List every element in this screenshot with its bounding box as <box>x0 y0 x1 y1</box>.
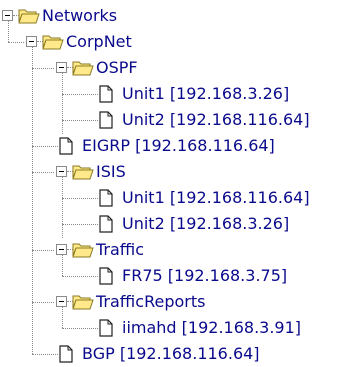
tree-node-iimahd[interactable]: iimahd [192.168.3.91] <box>0 316 341 340</box>
collapse-minus-icon[interactable] <box>2 10 13 21</box>
node-label: Unit2 [192.168.3.26] <box>122 214 290 233</box>
collapse-minus-icon[interactable] <box>56 244 67 255</box>
tree-node-traffic[interactable]: Traffic <box>0 238 200 262</box>
tree-node-networks[interactable]: Networks <box>0 4 200 28</box>
document-icon <box>58 137 74 159</box>
folder-open-icon <box>72 163 94 185</box>
collapse-minus-icon[interactable] <box>26 36 37 47</box>
folder-open-icon <box>18 7 40 29</box>
tree-node-bgp[interactable]: BGP [192.168.116.64] <box>0 342 341 366</box>
tree-node-isis-unit1[interactable]: Unit1 [192.168.116.64] <box>0 186 341 210</box>
tree-node-isis-unit2[interactable]: Unit2 [192.168.3.26] <box>0 212 341 236</box>
collapse-minus-icon[interactable] <box>56 166 67 177</box>
node-label: Unit1 [192.168.3.26] <box>122 84 290 103</box>
tree-node-ospf-unit2[interactable]: Unit2 [192.168.116.64] <box>0 108 341 132</box>
node-label: Traffic <box>96 240 145 259</box>
node-label: Unit2 [192.168.116.64] <box>122 110 310 129</box>
node-label: OSPF <box>96 58 138 77</box>
node-label: TrafficReports <box>96 292 206 311</box>
node-label: CorpNet <box>66 32 132 51</box>
node-label: FR75 [192.168.3.75] <box>122 266 288 285</box>
node-label: ISIS <box>96 162 126 181</box>
tree-node-eigrp[interactable]: EIGRP [192.168.116.64] <box>0 134 341 158</box>
document-icon <box>98 319 114 341</box>
collapse-minus-icon[interactable] <box>56 296 67 307</box>
document-icon <box>98 267 114 289</box>
document-icon <box>58 345 74 367</box>
document-icon <box>98 189 114 211</box>
tree-node-ospf-unit1[interactable]: Unit1 [192.168.3.26] <box>0 82 341 106</box>
node-label: BGP [192.168.116.64] <box>82 344 260 363</box>
node-label: Networks <box>42 6 118 25</box>
tree-node-fr75[interactable]: FR75 [192.168.3.75] <box>0 264 341 288</box>
node-label: EIGRP [192.168.116.64] <box>82 136 275 155</box>
document-icon <box>98 85 114 107</box>
tree-node-trafficreports[interactable]: TrafficReports <box>0 290 240 314</box>
node-label: iimahd [192.168.3.91] <box>122 318 302 337</box>
folder-open-icon <box>72 59 94 81</box>
tree-node-ospf[interactable]: OSPF <box>0 56 200 80</box>
folder-open-icon <box>72 241 94 263</box>
folder-open-icon <box>72 293 94 315</box>
document-icon <box>98 215 114 237</box>
tree-node-isis[interactable]: ISIS <box>0 160 200 184</box>
tree-node-corpnet[interactable]: CorpNet <box>0 30 200 54</box>
folder-open-icon <box>42 33 64 55</box>
collapse-minus-icon[interactable] <box>56 62 67 73</box>
node-label: Unit1 [192.168.116.64] <box>122 188 310 207</box>
network-tree: Networks CorpNet OSPF Unit1 [192.168.3.2… <box>0 0 341 363</box>
document-icon <box>98 111 114 133</box>
